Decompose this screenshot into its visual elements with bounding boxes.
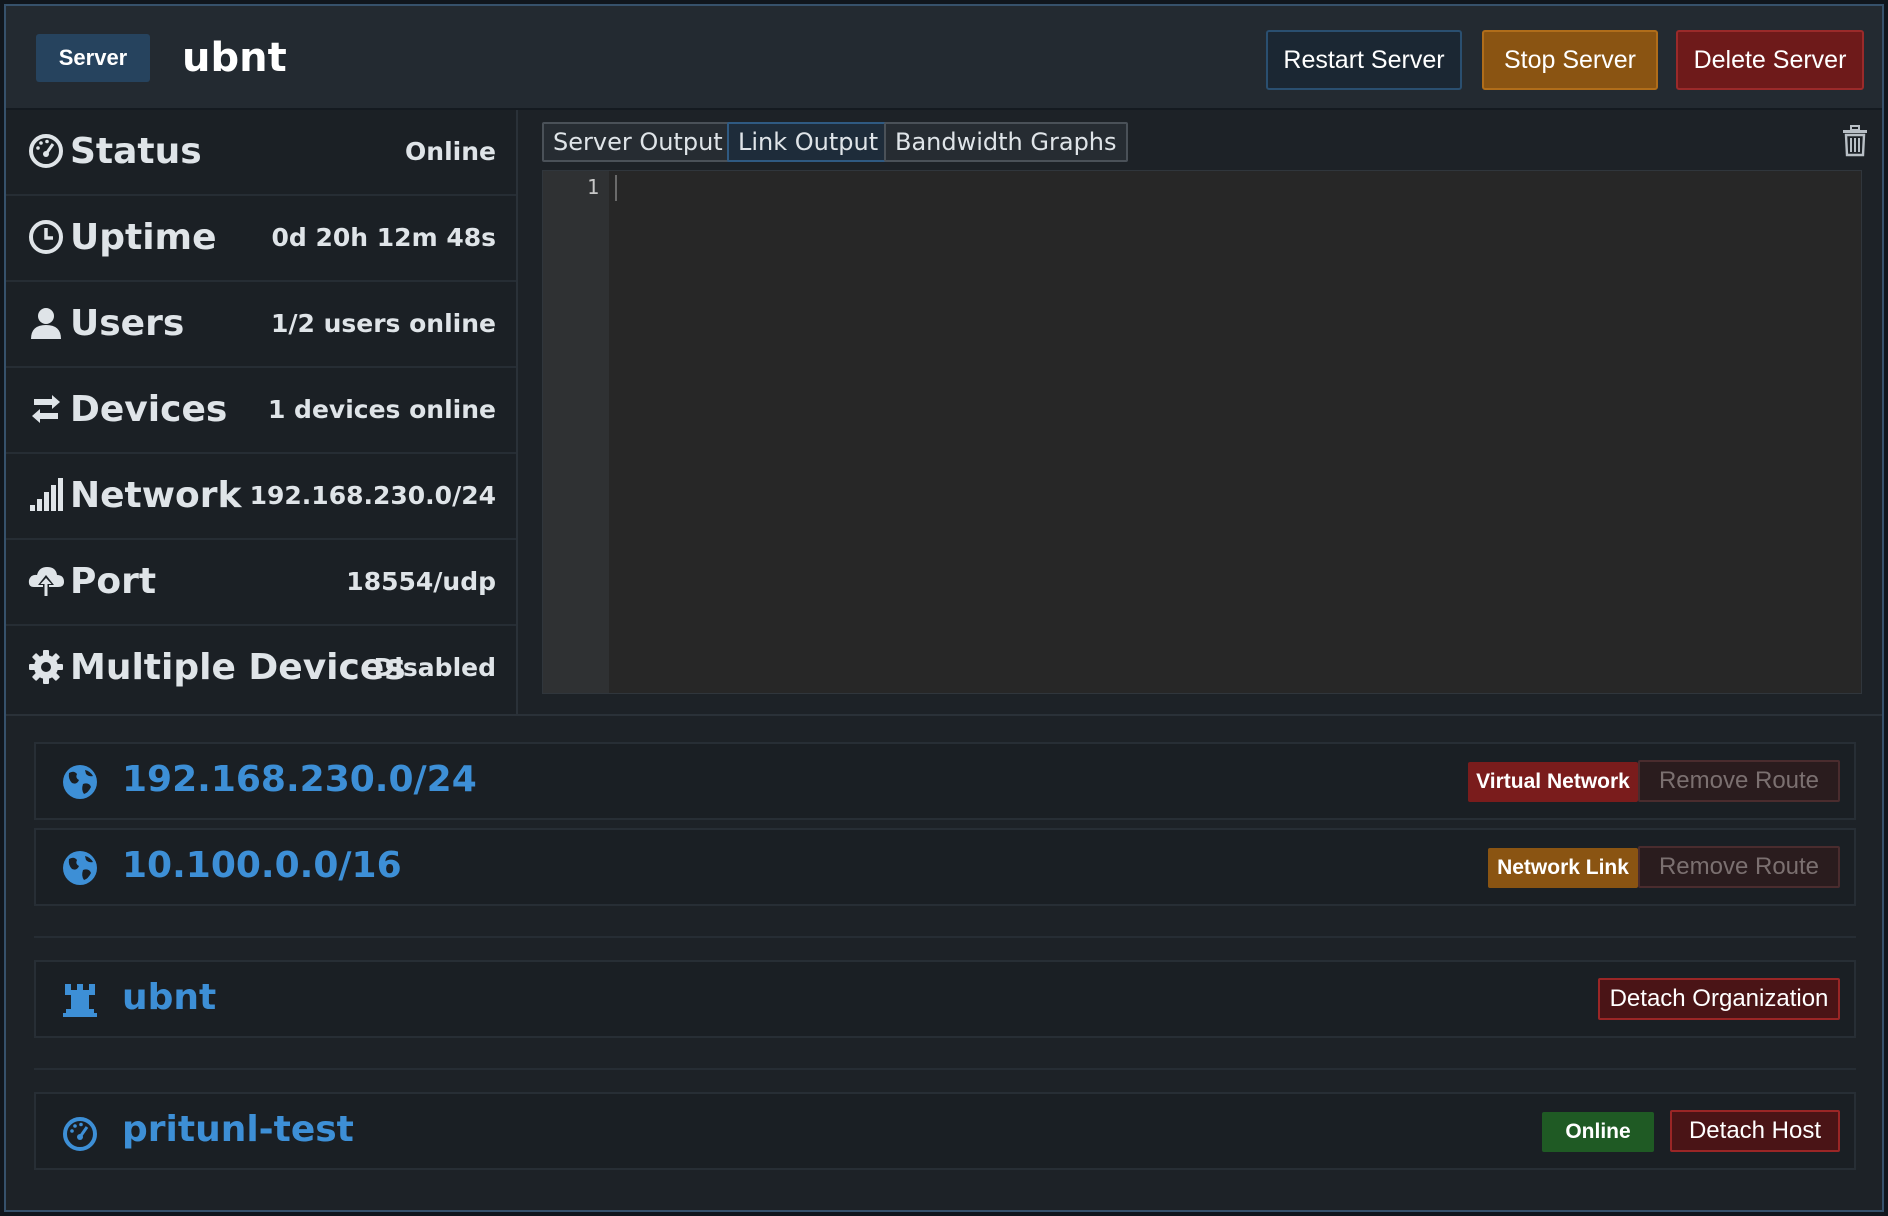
stat-multiple-devices: Multiple Devices Disabled [6, 626, 516, 712]
server-stats: Status Online Uptime 0d 20h 12m 48s User… [6, 110, 518, 714]
stat-label: Status [70, 131, 202, 172]
signal-icon [26, 475, 66, 515]
remove-route-button[interactable]: Remove Route [1638, 846, 1840, 888]
tab-bandwidth-graphs[interactable]: Bandwidth Graphs [884, 122, 1128, 162]
organization-item: ubnt Detach Organization [34, 960, 1856, 1038]
server-attachments: 192.168.230.0/24 Virtual Network Remove … [6, 714, 1882, 1210]
server-type-badge: Server [36, 34, 150, 82]
globe-icon [60, 848, 100, 888]
stat-label: Users [70, 303, 185, 344]
transfer-icon [26, 389, 66, 429]
remove-route-button[interactable]: Remove Route [1638, 760, 1840, 802]
server-header: Server ubnt Restart Server Stop Server D… [6, 6, 1882, 110]
delete-server-button[interactable]: Delete Server [1676, 30, 1864, 90]
stat-users: Users 1/2 users online [6, 282, 516, 368]
stat-value: 1/2 users online [270, 309, 496, 338]
stat-value: Online [405, 137, 496, 166]
stat-network: Network 192.168.230.0/24 [6, 454, 516, 540]
server-name: ubnt [182, 35, 287, 81]
stat-value: Disabled [373, 653, 496, 682]
host-status-badge: Online [1542, 1112, 1654, 1152]
route-item: 10.100.0.0/16 Network Link Remove Route [34, 828, 1856, 906]
host-name[interactable]: pritunl-test [122, 1094, 354, 1168]
tab-server-output[interactable]: Server Output [542, 122, 734, 162]
network-link-badge: Network Link [1488, 848, 1638, 888]
section-divider [34, 936, 1856, 938]
section-divider [34, 1068, 1856, 1070]
stat-label: Uptime [70, 217, 217, 258]
host-item: pritunl-test Online Detach Host [34, 1092, 1856, 1170]
detach-organization-button[interactable]: Detach Organization [1598, 978, 1840, 1020]
virtual-network-badge: Virtual Network [1468, 762, 1638, 802]
detach-host-button[interactable]: Detach Host [1670, 1110, 1840, 1152]
line-gutter: 1 [543, 171, 609, 693]
text-cursor [615, 175, 617, 201]
gear-icon [26, 647, 66, 687]
tab-link-output[interactable]: Link Output [727, 122, 890, 162]
clock-icon [26, 217, 66, 257]
restart-server-button[interactable]: Restart Server [1266, 30, 1462, 90]
user-icon [26, 303, 66, 343]
stat-label: Port [70, 561, 157, 602]
stat-value: 18554/udp [346, 567, 496, 596]
stat-uptime: Uptime 0d 20h 12m 48s [6, 196, 516, 282]
stat-label: Devices [70, 389, 228, 430]
stop-server-button[interactable]: Stop Server [1482, 30, 1658, 90]
output-editor[interactable]: 1 [542, 170, 1862, 694]
dashboard-icon [26, 131, 66, 171]
cloud-upload-icon [26, 561, 66, 601]
output-panel: Server Output Link Output Bandwidth Grap… [518, 110, 1882, 714]
globe-icon [60, 762, 100, 802]
stat-status: Status Online [6, 110, 516, 196]
stat-label: Network [70, 475, 242, 516]
castle-icon [60, 980, 100, 1020]
dashboard-icon [60, 1114, 100, 1154]
stat-devices: Devices 1 devices online [6, 368, 516, 454]
server-panel: Server ubnt Restart Server Stop Server D… [4, 4, 1884, 1212]
trash-icon[interactable] [1838, 124, 1872, 158]
line-number: 1 [586, 175, 599, 199]
stat-value: 1 devices online [267, 395, 496, 424]
stat-value: 0d 20h 12m 48s [271, 223, 497, 252]
route-network[interactable]: 192.168.230.0/24 [122, 744, 477, 818]
route-network[interactable]: 10.100.0.0/16 [122, 830, 402, 904]
stat-value: 192.168.230.0/24 [249, 481, 496, 510]
stat-port: Port 18554/udp [6, 540, 516, 626]
organization-name[interactable]: ubnt [122, 962, 216, 1036]
stat-label: Multiple Devices [70, 647, 406, 688]
route-item: 192.168.230.0/24 Virtual Network Remove … [34, 742, 1856, 820]
